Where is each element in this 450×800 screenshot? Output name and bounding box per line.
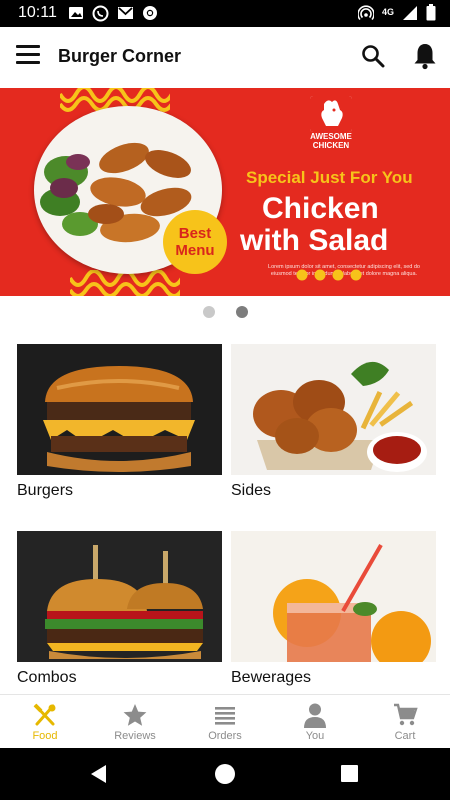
- status-bar: 10:11 4G: [0, 0, 450, 27]
- nav-label-cart: Cart: [394, 730, 416, 742]
- chrome-icon: [143, 6, 157, 20]
- promo-banner[interactable]: Best Menu AWESOME CHICKEN Special Just For…: [0, 88, 450, 296]
- nav-label-reviews: Reviews: [114, 730, 156, 742]
- app-title: Burger Corner: [58, 46, 182, 66]
- nav-label-orders: Orders: [208, 730, 242, 742]
- brand-name: AWESOME CHICKEN: [310, 132, 352, 150]
- status-time: 10:11: [18, 4, 57, 21]
- signal-icon: [403, 5, 417, 20]
- hotspot-icon: [357, 4, 374, 20]
- combos-photo: [17, 531, 222, 662]
- bell-icon[interactable]: [412, 42, 438, 70]
- banner-social-icons: [296, 269, 362, 281]
- search-icon[interactable]: [360, 43, 386, 69]
- best-menu-badge: Best Menu: [163, 210, 227, 274]
- gmail-icon: [118, 7, 133, 19]
- battery-icon: [426, 4, 436, 21]
- notification-icons: [68, 5, 158, 22]
- star-icon: [123, 704, 147, 726]
- beverages-photo: [231, 531, 436, 662]
- carousel-dot-2[interactable]: [236, 306, 248, 318]
- category-label: Combos: [17, 669, 77, 686]
- app-bar: Burger Corner: [0, 27, 450, 87]
- category-label: Burgers: [17, 482, 74, 499]
- bottom-navigation: Food Reviews Orders You Cart: [0, 694, 450, 748]
- nav-label-food: Food: [32, 730, 58, 742]
- category-label: Bewerages: [231, 669, 312, 686]
- category-label: Sides: [231, 482, 272, 499]
- nav-reviews[interactable]: Reviews: [90, 695, 180, 748]
- whatsapp-icon: [92, 5, 109, 22]
- network-4g-icon: 4G: [381, 7, 394, 17]
- hamburger-menu-icon[interactable]: [16, 45, 42, 67]
- carousel-dot-1[interactable]: [203, 306, 215, 318]
- nav-food[interactable]: Food: [0, 695, 90, 748]
- home-icon[interactable]: [215, 764, 235, 784]
- recents-icon[interactable]: [341, 765, 358, 782]
- nav-label-you: You: [305, 730, 325, 742]
- banner-title-line-2: with Salad: [240, 224, 389, 257]
- cart-icon: [394, 703, 418, 726]
- carousel-pager: [0, 305, 450, 319]
- person-icon: [304, 703, 326, 728]
- burgers-photo: [17, 344, 222, 475]
- nav-orders[interactable]: Orders: [180, 695, 270, 748]
- banner-kicker: Special Just For You: [246, 168, 413, 187]
- system-navigation-bar: [0, 748, 450, 800]
- banner-title-line-1: Chicken: [262, 192, 379, 225]
- rooster-logo-icon: [310, 96, 352, 132]
- nav-you[interactable]: You: [270, 695, 360, 748]
- list-icon: [215, 707, 235, 725]
- back-icon[interactable]: [90, 764, 108, 784]
- system-icons: 4G: [357, 4, 436, 21]
- gallery-icon: [69, 7, 83, 19]
- sides-photo: [231, 344, 436, 475]
- nav-cart[interactable]: Cart: [360, 695, 450, 748]
- food-utensils-icon: [33, 703, 56, 726]
